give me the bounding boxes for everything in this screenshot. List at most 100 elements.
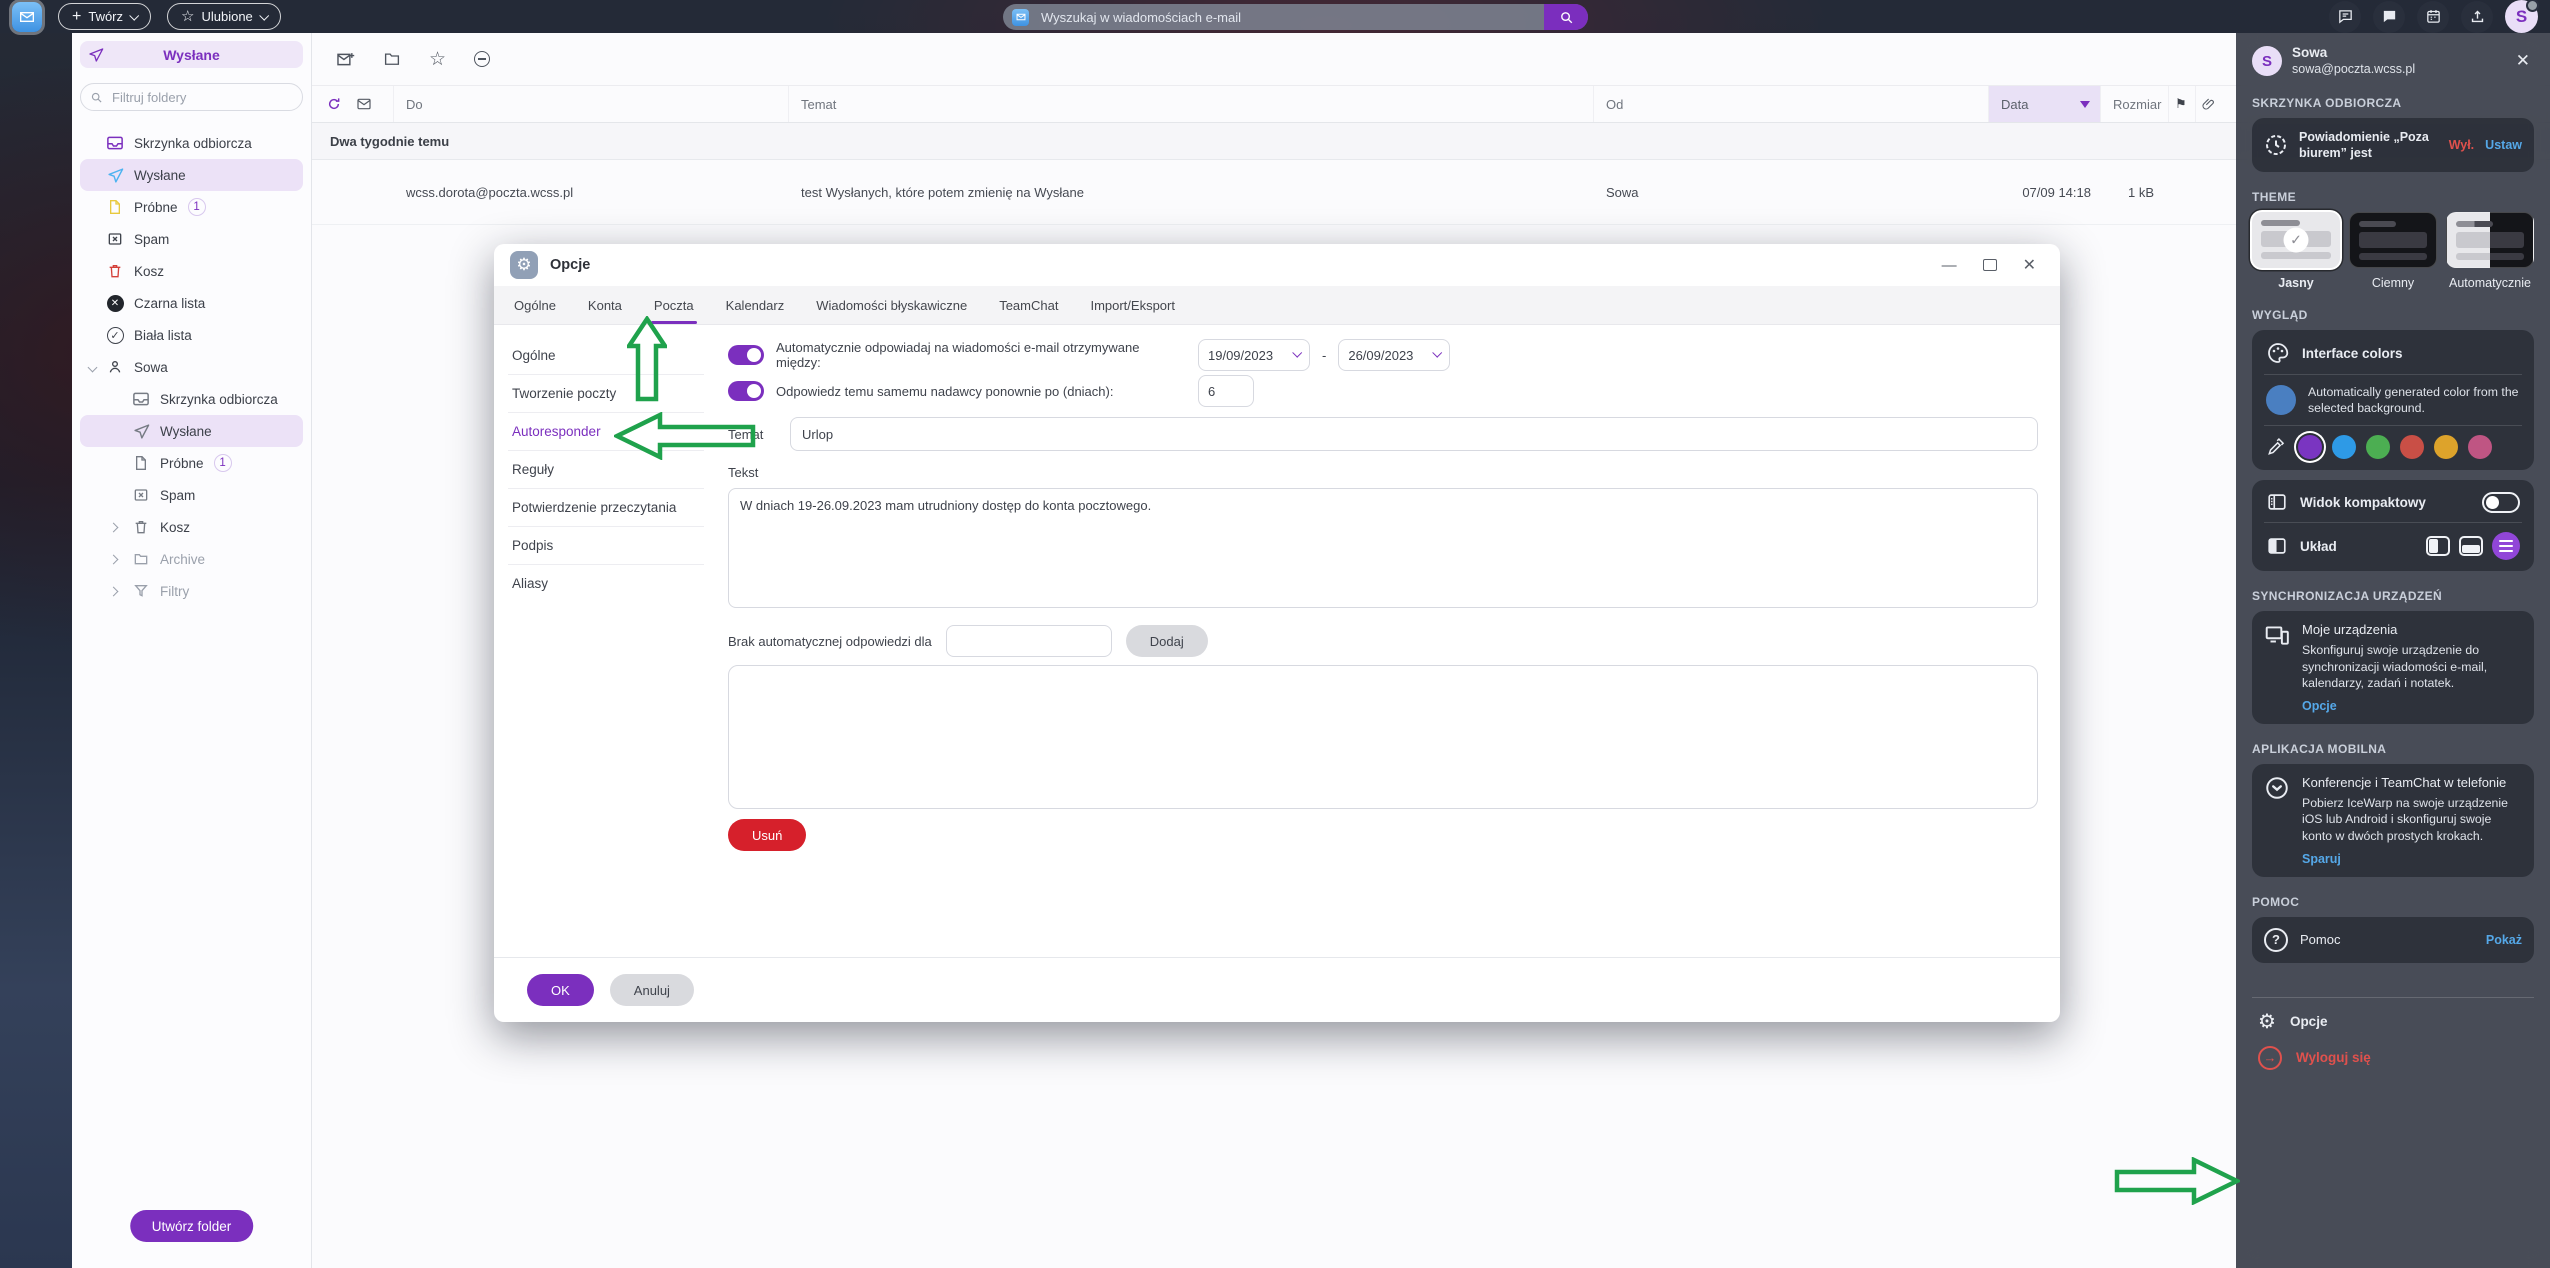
account-node[interactable]: Sowa — [80, 351, 303, 383]
chevron-down-icon[interactable] — [88, 362, 98, 372]
color-swatch-purple[interactable] — [2298, 435, 2322, 459]
layout-horizontal-button[interactable] — [2459, 536, 2483, 556]
compact-view-toggle[interactable] — [2482, 492, 2520, 513]
layout-list-button[interactable] — [2492, 532, 2520, 560]
folder-sub-archive[interactable]: Archive — [80, 543, 303, 575]
eyedropper-icon[interactable] — [2266, 437, 2286, 457]
repeat-toggle[interactable] — [728, 381, 764, 401]
chevron-right-icon[interactable] — [109, 554, 119, 564]
sent-icon — [106, 166, 124, 184]
folder-drafts[interactable]: Próbne 1 — [80, 191, 303, 223]
block-icon[interactable] — [474, 51, 490, 67]
mail-scope-icon — [1012, 9, 1029, 26]
days-input[interactable] — [1198, 375, 1254, 407]
mobile-pair-link[interactable]: Sparuj — [2302, 852, 2522, 866]
date-from-select[interactable]: 19/09/2023 — [1198, 339, 1310, 371]
column-subject[interactable]: Temat — [789, 86, 1594, 122]
maximize-button[interactable] — [1983, 259, 1997, 271]
chevron-right-icon[interactable] — [109, 522, 119, 532]
auto-color-dot[interactable] — [2266, 385, 2296, 415]
mail-row[interactable]: wcss.dorota@poczta.wcss.pl test Wysłanyc… — [312, 160, 2550, 225]
favorites-button[interactable]: ☆ Ulubione — [167, 3, 281, 30]
folder-icon[interactable] — [383, 50, 401, 68]
mail-row-date: 07/09 14:18 — [1989, 185, 2101, 200]
account-avatar[interactable]: S — [2505, 0, 2538, 33]
folder-sub-drafts[interactable]: Próbne 1 — [80, 447, 303, 479]
options-row[interactable]: ⚙ Opcje — [2252, 998, 2534, 1032]
column-to[interactable]: Do — [394, 86, 789, 122]
calendar-button[interactable] — [2417, 1, 2449, 33]
tab-general[interactable]: Ogólne — [514, 298, 556, 324]
folder-sub-sent[interactable]: Wysłane — [80, 415, 303, 447]
create-folder-button[interactable]: Utwórz folder — [130, 1210, 254, 1242]
minimize-button[interactable]: — — [1942, 257, 1957, 274]
search-button[interactable] — [1544, 4, 1588, 30]
tab-calendar[interactable]: Kalendarz — [726, 298, 785, 324]
help-show-link[interactable]: Pokaż — [2486, 933, 2522, 947]
ooo-set-link[interactable]: Ustaw — [2485, 138, 2522, 152]
messages-button[interactable] — [2373, 1, 2405, 33]
cancel-button[interactable]: Anuluj — [610, 974, 694, 1006]
column-size[interactable]: Rozmiar — [2101, 86, 2169, 122]
subject-input[interactable] — [790, 417, 2038, 451]
mail-app-icon[interactable] — [12, 2, 42, 32]
folder-sub-inbox[interactable]: Skrzynka odbiorcza — [80, 383, 303, 415]
no-reply-list[interactable] — [728, 665, 2038, 809]
star-icon[interactable]: ☆ — [429, 50, 446, 69]
create-button[interactable]: + Twórz — [58, 3, 151, 30]
column-from[interactable]: Od — [1594, 86, 1989, 122]
theme-dark[interactable]: Ciemny — [2349, 212, 2437, 290]
date-to-select[interactable]: 26/09/2023 — [1338, 339, 1450, 371]
add-button[interactable]: Dodaj — [1126, 625, 1208, 657]
nav-aliases[interactable]: Aliasy — [508, 565, 704, 602]
folder-sub-filters[interactable]: Filtry — [80, 575, 303, 607]
no-reply-address-input[interactable] — [946, 625, 1112, 657]
devices-options-link[interactable]: Opcje — [2302, 699, 2522, 713]
tab-teamchat[interactable]: TeamChat — [999, 298, 1058, 324]
tab-import-export[interactable]: Import/Eksport — [1090, 298, 1175, 324]
nav-signature[interactable]: Podpis — [508, 527, 704, 565]
teamchat-button[interactable] — [2329, 1, 2361, 33]
folder-inbox[interactable]: Skrzynka odbiorcza — [80, 127, 303, 159]
upload-button[interactable] — [2461, 1, 2493, 33]
auto-reply-toggle[interactable] — [728, 345, 764, 365]
logout-row[interactable]: → Wyloguj się — [2252, 1032, 2534, 1070]
close-icon[interactable]: ✕ — [2512, 51, 2534, 71]
column-date-sorted[interactable]: Data — [1989, 86, 2101, 122]
tab-instant-messages[interactable]: Wiadomości błyskawiczne — [816, 298, 967, 324]
color-swatch-red[interactable] — [2400, 435, 2424, 459]
nav-general[interactable]: Ogólne — [508, 337, 704, 375]
color-swatch-green[interactable] — [2366, 435, 2390, 459]
layout-vertical-button[interactable] — [2426, 536, 2450, 556]
delete-button[interactable]: Usuń — [728, 819, 806, 851]
refresh-icon[interactable] — [326, 96, 342, 112]
column-attachment[interactable] — [2196, 86, 2226, 122]
chevron-right-icon[interactable] — [109, 586, 119, 596]
column-flag[interactable]: ⚑ — [2169, 86, 2196, 122]
ok-button[interactable]: OK — [527, 974, 594, 1006]
global-search[interactable] — [1003, 4, 1588, 30]
new-message-icon[interactable] — [336, 50, 355, 69]
nav-mail-composing[interactable]: Tworzenie poczty — [508, 375, 704, 413]
current-folder-header[interactable]: Wysłane — [80, 41, 303, 68]
folder-sent[interactable]: Wysłane — [80, 159, 303, 191]
folder-spam[interactable]: Spam — [80, 223, 303, 255]
theme-light[interactable]: ✓ Jasny — [2252, 212, 2340, 290]
folder-filter-input[interactable] — [110, 89, 293, 106]
autoreply-text-input[interactable]: W dniach 19-26.09.2023 mam utrudniony do… — [728, 488, 2038, 608]
folder-filter[interactable] — [80, 83, 303, 111]
folder-sub-spam[interactable]: Spam — [80, 479, 303, 511]
color-swatch-blue[interactable] — [2332, 435, 2356, 459]
nav-read-receipt[interactable]: Potwierdzenie przeczytania — [508, 489, 704, 527]
folder-blacklist[interactable]: ✕ Czarna lista — [80, 287, 303, 319]
folder-sub-trash[interactable]: Kosz — [80, 511, 303, 543]
color-swatch-pink[interactable] — [2468, 435, 2492, 459]
tab-accounts[interactable]: Konta — [588, 298, 622, 324]
search-input[interactable] — [1039, 9, 1534, 26]
theme-auto[interactable]: Automatycznie — [2446, 212, 2534, 290]
folder-whitelist[interactable]: ✓ Biała lista — [80, 319, 303, 351]
color-swatch-yellow[interactable] — [2434, 435, 2458, 459]
close-button[interactable]: ✕ — [2023, 255, 2036, 275]
read-status-icon[interactable] — [356, 96, 372, 112]
folder-trash[interactable]: Kosz — [80, 255, 303, 287]
